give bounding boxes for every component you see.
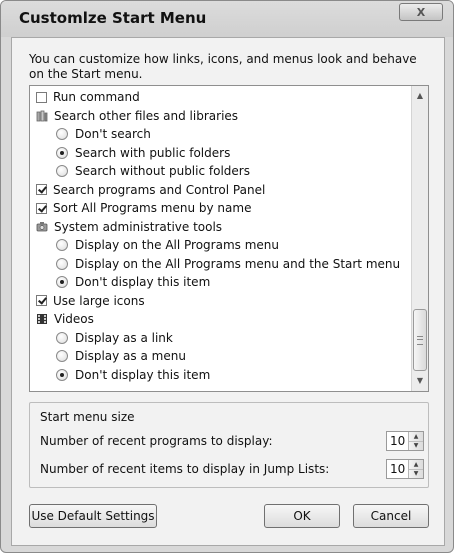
option-label: Display on the All Programs menu <box>75 238 279 253</box>
scrollbar-thumb[interactable] <box>413 309 427 371</box>
recent-programs-spinner[interactable]: 10 ▲ ▼ <box>386 431 424 451</box>
checkbox-checked[interactable] <box>36 202 47 214</box>
option-label: System administrative tools <box>54 219 223 234</box>
close-button[interactable]: X <box>399 3 443 21</box>
radio-unselected[interactable] <box>56 239 68 252</box>
checkbox-option[interactable]: Use large icons <box>30 292 410 311</box>
customize-start-menu-dialog: Customlze Start Menu X You can customize… <box>0 0 454 553</box>
recent-items-value[interactable]: 10 <box>390 462 405 476</box>
radio-option[interactable]: Display on the All Programs menu <box>30 236 410 255</box>
checkbox-option[interactable]: Sort All Programs menu by name <box>30 199 410 218</box>
recent-programs-spin-buttons: ▲ ▼ <box>408 432 423 450</box>
option-label: Sort All Programs menu by name <box>53 201 252 216</box>
option-label: Search other files and libraries <box>54 108 239 123</box>
checkbox-option[interactable]: Run command <box>30 88 410 107</box>
scroll-up-arrow-icon[interactable]: ▲ <box>412 88 428 104</box>
cancel-button[interactable]: Cancel <box>353 504 429 528</box>
checkbox-checked[interactable] <box>36 295 47 307</box>
options-list-box[interactable]: Run command Search other files and librar… <box>29 85 429 392</box>
use-default-settings-button[interactable]: Use Default Settings <box>29 504 157 528</box>
libraries-icon <box>36 110 48 122</box>
option-group-header: System administrative tools <box>30 218 410 237</box>
option-group-header: Videos <box>30 310 410 329</box>
recent-items-label: Number of recent items to display in Jum… <box>40 462 330 476</box>
radio-option[interactable]: Don't display this item <box>30 273 410 292</box>
checkbox-checked[interactable] <box>36 184 47 196</box>
option-label: Run command <box>53 90 140 105</box>
option-label: Display on the All Programs menu and the… <box>75 256 401 271</box>
option-label: Use large icons <box>53 293 145 308</box>
radio-option[interactable]: Search without public folders <box>30 162 410 181</box>
radio-selected[interactable] <box>56 276 68 289</box>
admin-tools-icon <box>36 221 48 233</box>
recent-items-spin-buttons: ▲ ▼ <box>408 460 423 478</box>
radio-selected[interactable] <box>56 146 68 159</box>
option-label: Display as a menu <box>75 349 186 364</box>
recent-programs-label: Number of recent programs to display: <box>40 434 273 448</box>
radio-option[interactable]: Don't search <box>30 125 410 144</box>
radio-option[interactable]: Display as a menu <box>30 347 410 366</box>
option-label: Don't search <box>75 127 151 142</box>
checkbox-option[interactable]: Search programs and Control Panel <box>30 181 410 200</box>
radio-unselected[interactable] <box>56 331 68 344</box>
dialog-title: Customlze Start Menu <box>19 9 207 27</box>
option-group-header: Search other files and libraries <box>30 107 410 126</box>
option-label: Don't display this item <box>75 275 211 290</box>
radio-unselected[interactable] <box>56 128 68 141</box>
scrollbar-grip-icon <box>417 336 423 345</box>
dialog-content: You can customize how links, icons, and … <box>11 37 445 546</box>
videos-icon <box>36 313 48 325</box>
checkbox-unchecked[interactable] <box>36 91 47 103</box>
option-label: Videos <box>54 312 94 327</box>
radio-option[interactable]: Search with public folders <box>30 144 410 163</box>
radio-option[interactable]: Don't display this item <box>30 366 410 385</box>
radio-unselected[interactable] <box>56 350 68 363</box>
start-menu-size-group: Start menu size Number of recent program… <box>29 402 429 488</box>
title-bar[interactable]: Customlze Start Menu X <box>1 1 453 37</box>
ok-button[interactable]: OK <box>264 504 340 528</box>
recent-programs-value[interactable]: 10 <box>390 434 405 448</box>
radio-unselected[interactable] <box>56 165 68 178</box>
radio-option[interactable]: Display on the All Programs menu and the… <box>30 255 410 274</box>
spin-down-icon[interactable]: ▼ <box>409 469 423 478</box>
radio-selected[interactable] <box>56 368 68 381</box>
option-label: Don't display this item <box>75 367 211 382</box>
option-label: Search with public folders <box>75 145 231 160</box>
spin-down-icon[interactable]: ▼ <box>409 441 423 450</box>
option-label: Search programs and Control Panel <box>53 182 266 197</box>
intro-text: You can customize how links, icons, and … <box>29 52 417 81</box>
option-label: Display as a link <box>75 330 173 345</box>
close-icon: X <box>416 6 426 19</box>
start-menu-size-title: Start menu size <box>40 410 135 424</box>
radio-unselected[interactable] <box>56 257 68 270</box>
radio-option[interactable]: Display as a link <box>30 329 410 348</box>
option-label: Search without public folders <box>75 164 250 179</box>
options-list: Run command Search other files and librar… <box>30 88 410 384</box>
recent-items-spinner[interactable]: 10 ▲ ▼ <box>386 459 424 479</box>
scroll-down-arrow-icon[interactable]: ▼ <box>412 373 428 389</box>
vertical-scrollbar[interactable]: ▲ ▼ <box>411 86 428 391</box>
